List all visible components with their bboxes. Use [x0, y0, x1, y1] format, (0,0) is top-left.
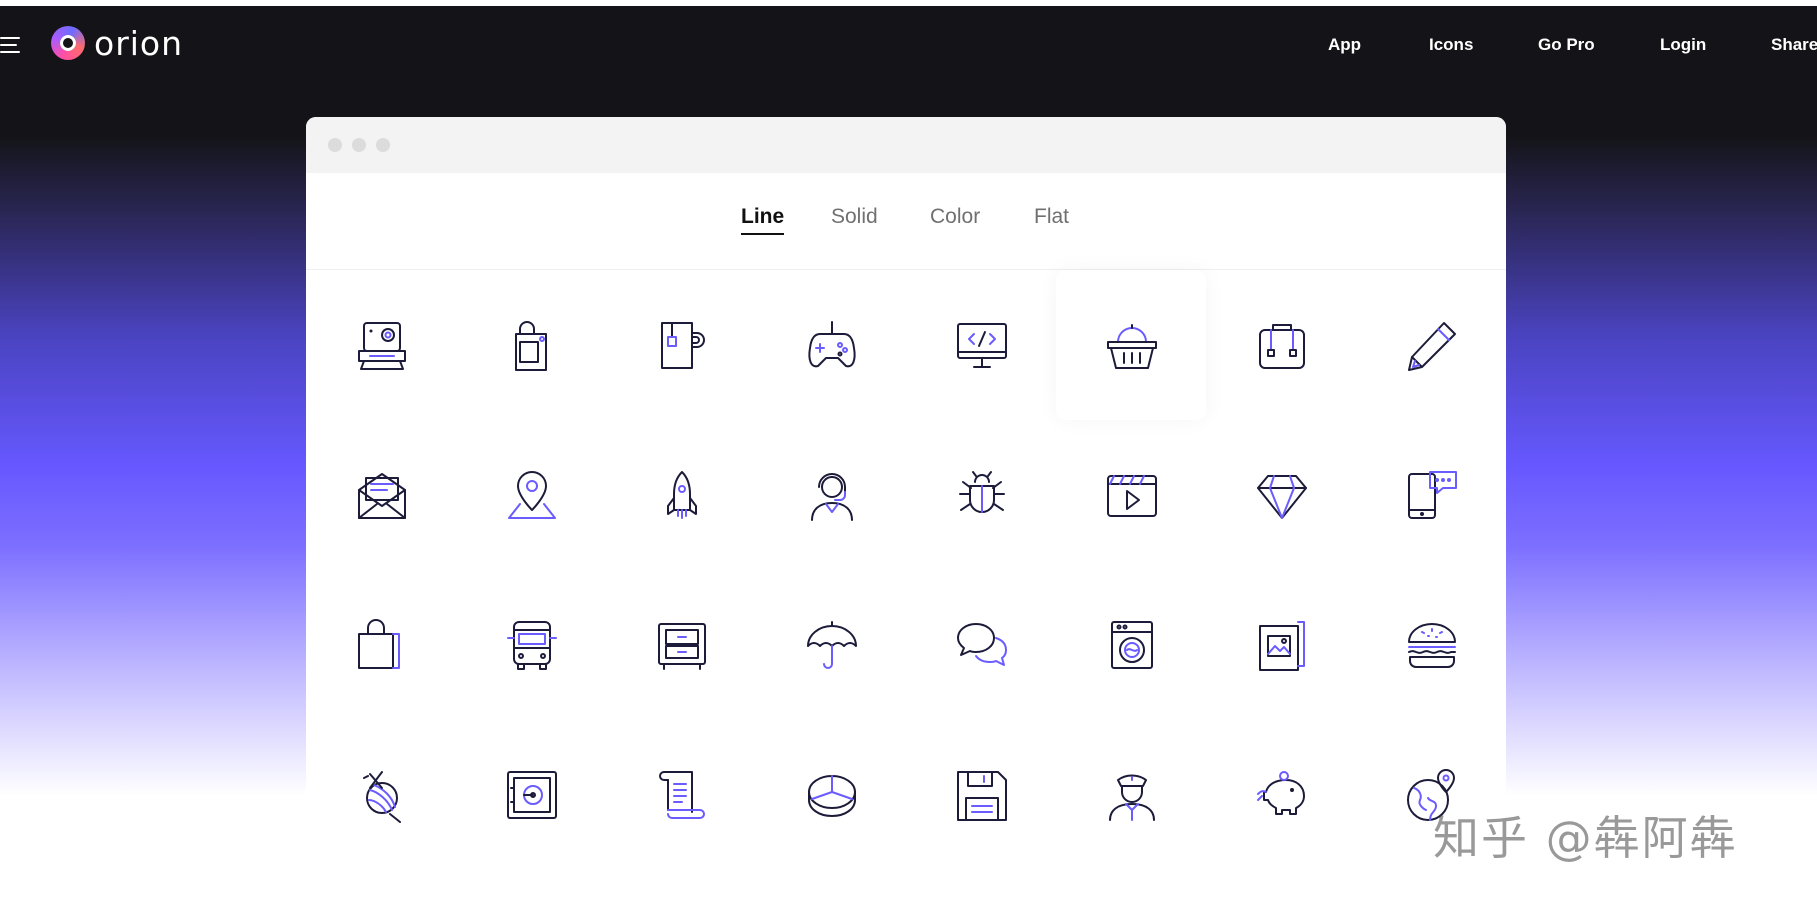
open-mail-icon: [358, 473, 406, 519]
icon-cell[interactable]: [1206, 570, 1356, 720]
icon-cell[interactable]: [756, 720, 906, 870]
window-dot-1: [328, 138, 342, 152]
nav-link-go-pro[interactable]: Go Pro: [1538, 35, 1595, 55]
icon-cell[interactable]: [756, 420, 906, 570]
icon-grid: [306, 270, 1506, 902]
backpack-icon: [1259, 324, 1305, 369]
nav-link-share[interactable]: Share: [1771, 35, 1817, 55]
diamond-icon: [1257, 475, 1307, 519]
orion-logo-icon: [51, 26, 85, 60]
pencil-icon: [1408, 322, 1456, 371]
umbrella-icon: [807, 621, 857, 669]
chat-bubbles-icon: [957, 623, 1007, 666]
icon-cell-highlighted[interactable]: [1056, 270, 1206, 420]
video-player-icon: [1107, 475, 1157, 517]
menu-icon[interactable]: [0, 35, 22, 55]
brand-logo[interactable]: orion: [51, 23, 183, 63]
safe-icon: [507, 771, 557, 819]
icon-cell[interactable]: [606, 420, 756, 570]
icon-cell[interactable]: [606, 570, 756, 720]
bug-icon: [959, 471, 1005, 513]
style-tabs: Line Solid Color Flat: [306, 173, 1506, 270]
instant-camera-icon: [358, 322, 406, 370]
washing-machine-icon: [1111, 621, 1153, 669]
trash-bin-icon: [515, 321, 547, 371]
tab-color[interactable]: Color: [930, 205, 980, 229]
code-monitor-icon: [957, 323, 1007, 368]
window-titlebar: [306, 117, 1506, 173]
window-dot-3: [376, 138, 390, 152]
tea-mug-icon: [661, 322, 705, 369]
top-navbar: orion App Icons Go Pro Login Share: [0, 6, 1817, 76]
rocket-icon: [667, 471, 697, 519]
mobile-chat-icon: [1408, 471, 1457, 519]
game-controller-icon: [808, 321, 856, 368]
window-dot-2: [352, 138, 366, 152]
icon-cell[interactable]: [756, 270, 906, 420]
icon-cell[interactable]: [1206, 720, 1356, 870]
icon-cell[interactable]: [906, 570, 1056, 720]
picture-frame-icon: [1259, 621, 1305, 671]
icon-cell[interactable]: [1206, 270, 1356, 420]
icon-cell[interactable]: [1206, 420, 1356, 570]
brand-name: orion: [94, 23, 184, 63]
icon-cell[interactable]: [606, 270, 756, 420]
nav-link-app[interactable]: App: [1328, 35, 1361, 55]
icon-cell[interactable]: [1056, 720, 1206, 870]
icon-cell[interactable]: [756, 570, 906, 720]
icon-cell[interactable]: [306, 720, 456, 870]
burger-icon: [1408, 623, 1456, 668]
icon-cell[interactable]: [456, 570, 606, 720]
shopping-bag-icon: [358, 619, 400, 669]
icon-showcase-window: Line Solid Color Flat: [306, 117, 1506, 902]
tab-line[interactable]: Line: [741, 205, 785, 235]
piggy-bank-icon: [1257, 771, 1305, 815]
icon-cell[interactable]: [906, 420, 1056, 570]
icon-cell[interactable]: [306, 270, 456, 420]
icon-cell[interactable]: [1356, 270, 1506, 420]
customer-support-icon: [811, 473, 853, 521]
icon-cell[interactable]: [1056, 570, 1206, 720]
icon-cell[interactable]: [306, 570, 456, 720]
bus-icon: [507, 621, 557, 670]
icon-cell[interactable]: [906, 720, 1056, 870]
police-officer-icon: [1109, 774, 1155, 821]
nav-link-login[interactable]: Login: [1660, 35, 1706, 55]
pie-chart-icon: [808, 775, 856, 817]
icon-cell[interactable]: [456, 420, 606, 570]
tab-solid[interactable]: Solid: [831, 205, 878, 229]
floppy-disk-icon: [957, 771, 1007, 821]
shopping-basket-icon: [1107, 324, 1157, 369]
nav-link-icons[interactable]: Icons: [1429, 35, 1473, 55]
tab-flat[interactable]: Flat: [1034, 205, 1069, 229]
icon-cell[interactable]: [456, 270, 606, 420]
icon-cell[interactable]: [456, 720, 606, 870]
watermark-text: 知乎 @犇阿犇: [1433, 811, 1738, 865]
icon-cell[interactable]: [1056, 420, 1206, 570]
icon-cell[interactable]: [1356, 420, 1506, 570]
icon-cell[interactable]: [906, 270, 1056, 420]
drawer-cabinet-icon: [658, 623, 706, 670]
icon-cell[interactable]: [306, 420, 456, 570]
yarn-ball-icon: [363, 771, 401, 823]
scroll-icon: [659, 771, 705, 819]
icon-cell[interactable]: [1356, 570, 1506, 720]
map-pin-icon: [508, 471, 556, 519]
icon-cell[interactable]: [606, 720, 756, 870]
